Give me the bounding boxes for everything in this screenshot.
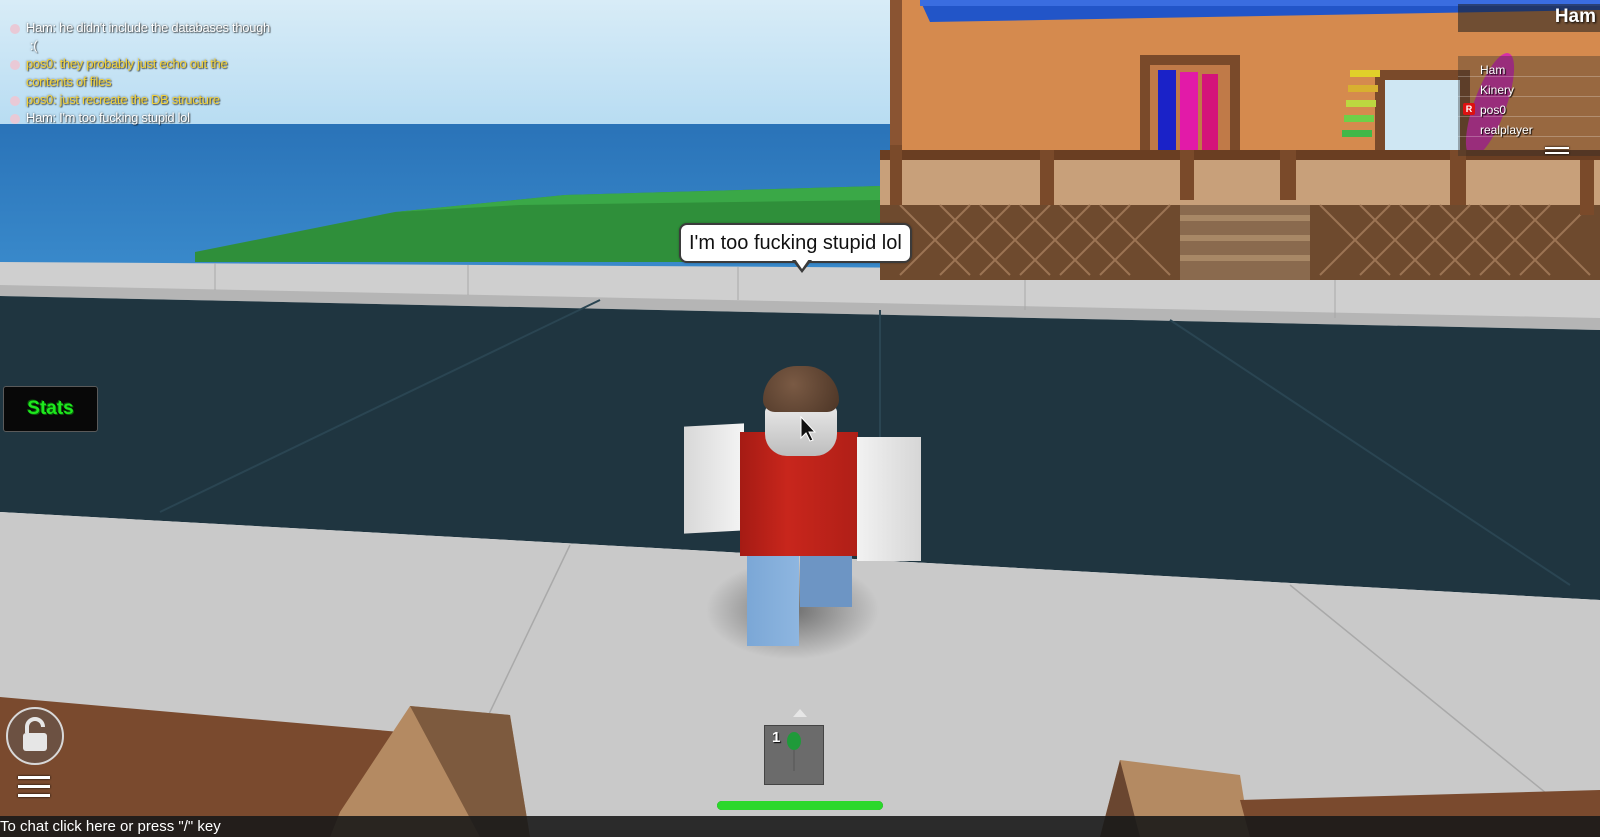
chat-message: pos0: they probably just echo out the — [8, 55, 328, 73]
player-list: Ham Ham Kinery R pos0 realplayer — [1458, 0, 1600, 162]
player-list-item[interactable]: pos0 — [1480, 103, 1506, 117]
hamburger-menu-icon[interactable] — [18, 776, 50, 800]
green-balloon-icon — [787, 732, 801, 771]
admin-badge-icon: R — [1463, 103, 1475, 115]
chat-message: pos0: just recreate the DB structure — [8, 91, 328, 109]
health-bar — [717, 801, 883, 810]
player-list-title: Ham — [1554, 6, 1596, 27]
caret-up-icon[interactable] — [793, 709, 807, 717]
stats-button[interactable]: Stats — [3, 386, 98, 432]
speech-bubble-tail-fill — [795, 259, 809, 269]
hotbar-slot-number: 1 — [772, 729, 781, 746]
unlocked-padlock-icon — [23, 717, 47, 751]
chat-bar-placeholder: To chat click here or press "/" key — [0, 818, 221, 835]
mouse-lock-button[interactable] — [6, 707, 64, 765]
hotbar-slot[interactable]: 1 — [764, 725, 824, 785]
collapse-lines-icon[interactable] — [1545, 147, 1569, 159]
player-list-item[interactable]: Ham — [1480, 63, 1505, 77]
chat-message: Ham: I'm too fucking stupid lol — [8, 109, 328, 127]
player-list-item[interactable]: Kinery — [1480, 83, 1514, 97]
speech-bubble: I'm too fucking stupid lol — [679, 223, 912, 263]
chat-message-continuation: :( — [30, 38, 38, 53]
chat-log: Ham: he didn't include the databases tho… — [8, 19, 328, 127]
health-bar-fill — [717, 801, 883, 810]
chat-message-continuation: contents of files — [26, 74, 112, 89]
chat-input-bar[interactable]: To chat click here or press "/" key — [0, 816, 1600, 837]
chat-message: Ham: he didn't include the databases tho… — [8, 19, 328, 37]
player-list-item[interactable]: realplayer — [1480, 123, 1533, 137]
